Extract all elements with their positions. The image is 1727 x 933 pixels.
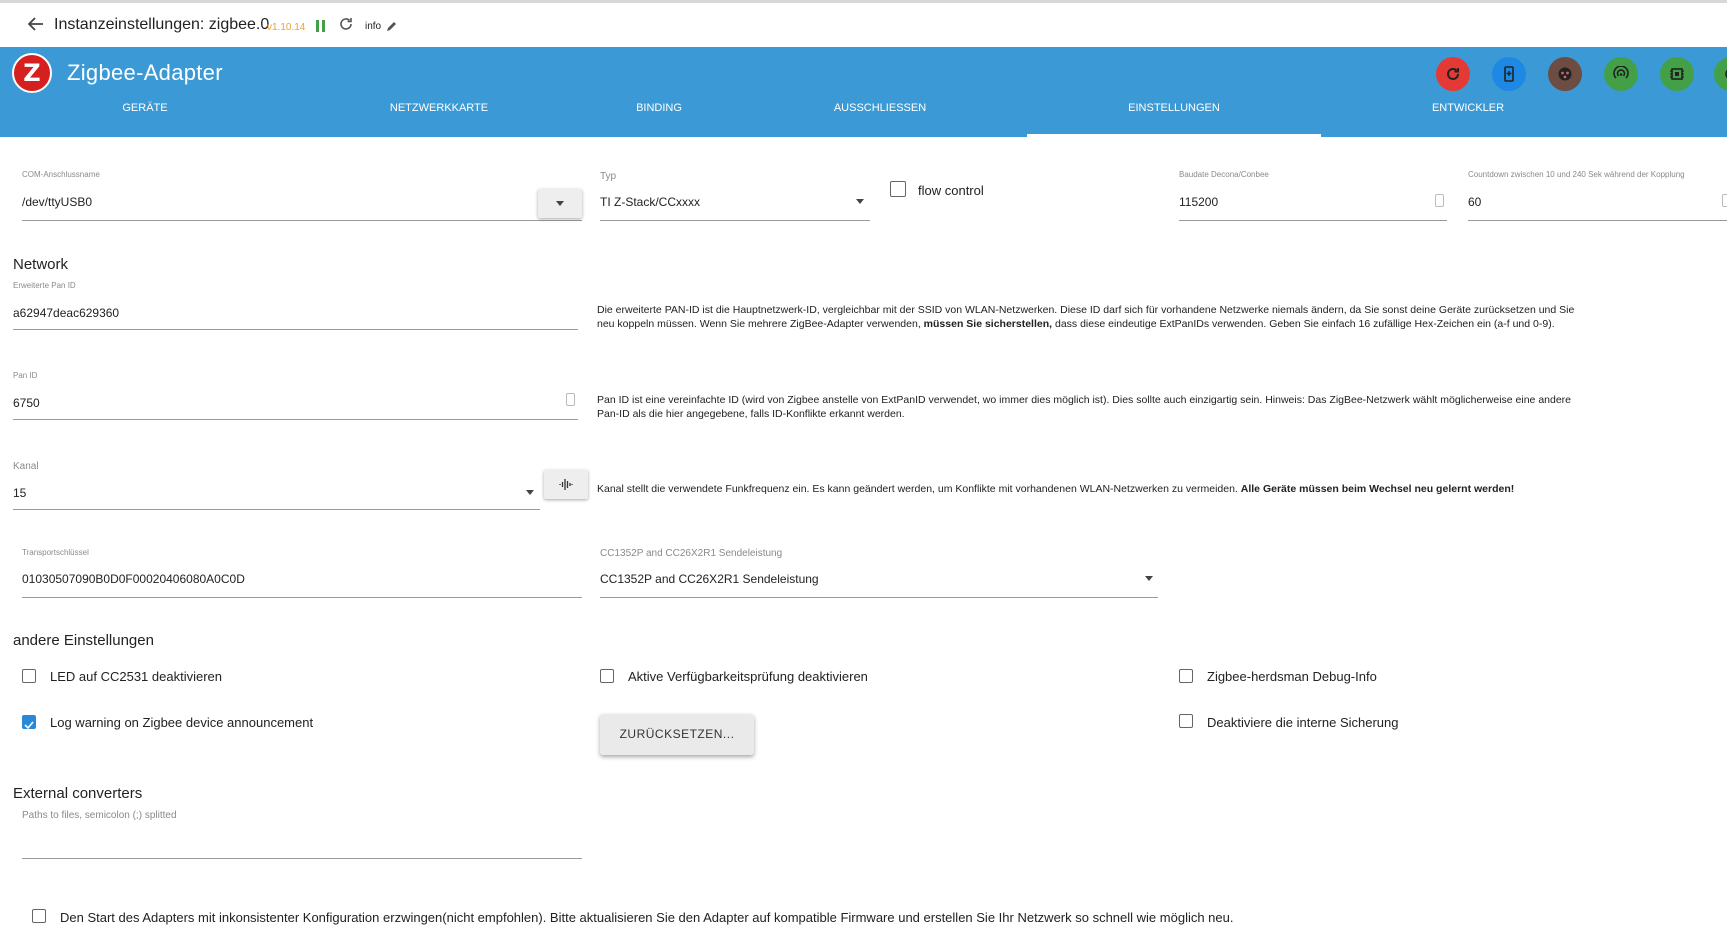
channel-chevron-down-icon[interactable] [526,490,534,495]
channel-label: Kanal [13,461,39,472]
log-warning-checkbox[interactable] [22,715,36,730]
baudrate-stepper[interactable] [1435,194,1444,207]
transport-key-input[interactable]: 01030507090B0D0F00020406080A0C0D [22,572,245,586]
backup-checkbox[interactable] [1179,714,1193,728]
zigbee-logo: Z [12,53,52,93]
flow-control-checkbox[interactable] [890,181,906,197]
add-device-button[interactable] [1492,57,1526,91]
pan-id-description: Pan ID ist eine vereinfachte ID (wird vo… [597,393,1571,421]
typ-underline [600,220,870,221]
debug-label: Zigbee-herdsman Debug-Info [1207,669,1377,684]
version-label: v1.10.14 [267,22,306,33]
com-port-label: COM-Anschlussname [22,170,100,179]
page-title: Instanzeinstellungen: zigbee.0 [54,16,270,33]
tab-ausschliessen[interactable]: AUSSCHLIESSEN [750,102,1010,114]
title-bar: Instanzeinstellungen: zigbee.0 v1.10.14 … [0,3,1727,47]
chip-button[interactable] [1660,57,1694,91]
led-checkbox[interactable] [22,669,36,683]
channel-description: Kanal stellt die verwendete Funkfrequenz… [597,483,1515,495]
tx-power-label: CC1352P and CC26X2R1 Sendeleistung [600,548,783,559]
tx-power-underline [600,597,1158,598]
ext-pan-id-underline [13,329,578,330]
com-port-underline [22,220,582,221]
ext-pan-id-label: Erweiterte Pan ID [13,281,76,290]
ext-pan-desc-line1: Die erweiterte PAN-ID ist die Hauptnetzw… [597,304,1575,316]
typ-chevron-down-icon[interactable] [856,199,864,204]
other-settings-title: andere Einstellungen [13,632,154,649]
availability-checkbox[interactable] [600,669,614,683]
app-header: Z Zigbee-Adapter GERÄTE NETZWERKKARTE BI… [0,47,1727,137]
baudrate-label: Baudate Decona/Conbee [1179,170,1269,179]
reload-icon[interactable] [339,17,353,36]
countdown-underline [1468,220,1727,221]
pan-id-underline [13,419,578,420]
pan-id-desc-line2: Pan-ID als die hier angegebene, falls ID… [597,408,905,420]
baudrate-input[interactable]: 115200 [1179,195,1218,209]
network-section-title: Network [13,256,69,273]
external-converters-input[interactable] [22,826,582,856]
countdown-label: Countdown zwischen 10 und 240 Sek währen… [1468,170,1685,179]
backup-label: Deaktiviere die interne Sicherung [1207,715,1399,730]
pan-id-desc-line1: Pan ID ist eine vereinfachte ID (wird vo… [597,394,1572,406]
com-port-input[interactable]: /dev/ttyUSB0 [22,195,92,209]
ext-pan-id-input[interactable]: a62947deac629360 [13,306,119,320]
signal-button[interactable] [1604,57,1638,91]
tx-power-select[interactable]: CC1352P and CC26X2R1 Sendeleistung [600,572,819,586]
edit-pencil-icon[interactable] [386,19,398,37]
debug-checkbox[interactable] [1179,669,1193,683]
ext-pan-desc-line2: neu koppeln müssen. Wenn Sie mehrere Zig… [597,318,1555,330]
pause-icon[interactable] [316,19,326,37]
tab-entwickler[interactable]: ENTWICKLER [1338,102,1598,114]
typ-select[interactable]: TI Z-Stack/CCxxxx [600,195,700,209]
pan-id-input[interactable]: 6750 [13,396,40,410]
countdown-stepper[interactable] [1722,194,1727,207]
led-label: LED auf CC2531 deaktivieren [50,669,222,684]
chevron-down-icon [556,201,564,206]
channel-underline [13,509,540,510]
log-level-label: info [365,21,382,32]
ext-pan-id-description: Die erweiterte PAN-ID ist die Hauptnetzw… [597,303,1574,331]
external-converters-title: External converters [13,785,143,802]
checkmark-icon [24,717,34,735]
pan-id-stepper[interactable] [566,393,575,406]
pair-button[interactable] [1548,57,1582,91]
transport-key-underline [22,597,582,598]
tab-einstellungen[interactable]: EINSTELLUNGEN [1044,102,1304,114]
refresh-button[interactable] [1436,57,1470,91]
waveform-icon [559,478,573,496]
log-warning-label: Log warning on Zigbee device announcemen… [50,715,314,730]
force-start-checkbox[interactable] [32,909,46,923]
com-port-dropdown-button[interactable] [538,189,582,218]
force-start-label: Den Start des Adapters mit inkonsistente… [60,910,1234,925]
channel-scan-button[interactable] [544,470,588,499]
pan-id-label: Pan ID [13,371,38,380]
app-title: Zigbee-Adapter [67,60,223,85]
countdown-input[interactable]: 60 [1468,195,1481,209]
reset-button[interactable]: ZURÜCKSETZEN... [600,714,754,755]
external-converters-underline [22,858,582,859]
transport-key-label: Transportschlüssel [22,548,89,557]
active-tab-indicator [1027,134,1321,137]
tab-geraete[interactable]: GERÄTE [15,102,275,114]
back-arrow-icon[interactable] [27,17,44,36]
typ-label: Typ [600,171,617,182]
flow-control-label: flow control [918,183,984,198]
more-button[interactable] [1714,57,1727,91]
external-converters-placeholder: Paths to files, semicolon (;) splitted [22,810,177,821]
tx-power-chevron-down-icon[interactable] [1145,576,1153,581]
reset-button-label: ZURÜCKSETZEN... [619,727,735,741]
baudrate-underline [1179,220,1447,221]
availability-label: Aktive Verfügbarkeitsprüfung deaktiviere… [628,669,868,684]
logo-letter: Z [23,59,41,87]
channel-select[interactable]: 15 [13,486,26,500]
